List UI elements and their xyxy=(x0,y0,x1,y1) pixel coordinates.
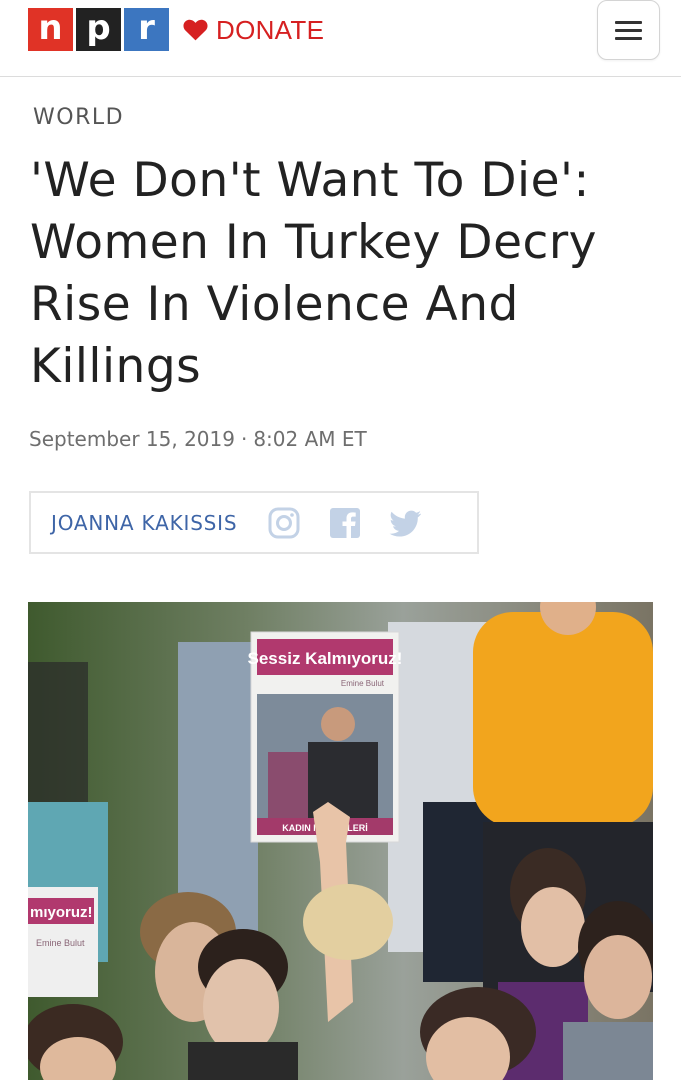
left-sign-name: Emine Bulut xyxy=(36,938,85,948)
section-label[interactable]: WORLD xyxy=(33,105,124,130)
logo-letter-r: r xyxy=(124,8,169,51)
article-headline: 'We Don't Want To Die': Women In Turkey … xyxy=(30,153,597,394)
lead-photo: Sessiz Kalmıyoruz! Emine Bulut KADIN MEC… xyxy=(28,602,653,1080)
main-sign-heading: Sessiz Kalmıyoruz! xyxy=(248,649,403,668)
instagram-icon[interactable] xyxy=(267,506,301,540)
dateline-separator: · xyxy=(240,427,248,451)
npr-logo[interactable]: n p r xyxy=(28,8,169,51)
menu-button[interactable] xyxy=(597,0,660,60)
publish-date: September 15, 2019 xyxy=(29,427,235,451)
dateline: September 15, 2019 · 8:02 AM ET xyxy=(29,427,367,451)
logo-letter-p: p xyxy=(76,8,121,51)
byline-box: JOANNA KAKISSIS xyxy=(29,491,479,554)
author-link[interactable]: JOANNA KAKISSIS xyxy=(51,511,237,535)
main-sign-name: Emine Bulut xyxy=(341,679,385,688)
left-sign-heading: mıyoruz! xyxy=(30,904,93,921)
twitter-icon[interactable] xyxy=(389,506,423,540)
author-social-links xyxy=(267,506,450,540)
heart-icon xyxy=(183,19,208,41)
donate-link[interactable]: DONATE xyxy=(183,14,324,46)
publish-time: 8:02 AM ET xyxy=(253,427,367,451)
facebook-icon[interactable] xyxy=(328,506,362,540)
site-header: n p r DONATE xyxy=(0,0,681,77)
logo-letter-n: n xyxy=(28,8,73,51)
donate-label: DONATE xyxy=(216,14,325,45)
protest-photo-illustration: Sessiz Kalmıyoruz! Emine Bulut KADIN MEC… xyxy=(28,602,653,1080)
